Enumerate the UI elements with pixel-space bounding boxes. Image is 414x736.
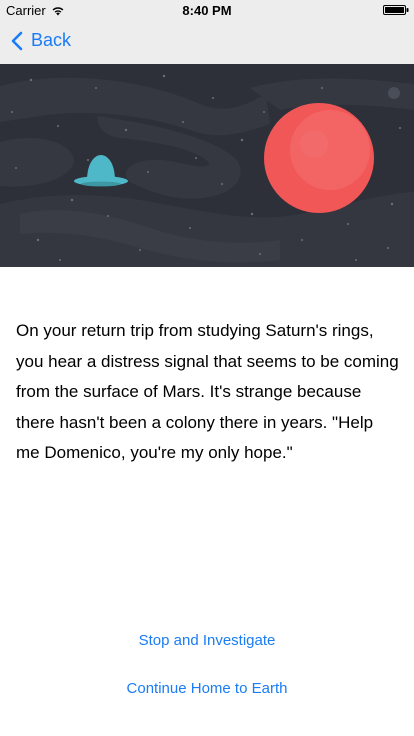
space-illustration: [0, 64, 414, 267]
chevron-left-icon: [11, 31, 23, 50]
mars-planet: [264, 103, 374, 213]
story-text: On your return trip from studying Saturn…: [16, 321, 399, 462]
ufo-ship: [74, 155, 128, 187]
space-scene: [0, 74, 414, 267]
status-time: 8:40 PM: [182, 3, 232, 18]
back-button[interactable]: Back: [10, 30, 71, 51]
stop-and-investigate-button[interactable]: Stop and Investigate: [0, 632, 414, 649]
small-moon: [388, 87, 400, 99]
status-bar: Carrier 8:40 PM: [0, 0, 414, 20]
back-label: Back: [31, 30, 72, 50]
continue-home-to-earth-button[interactable]: Continue Home to Earth: [0, 680, 414, 697]
navigation-bar: Back: [0, 20, 414, 64]
battery-icon: [383, 5, 409, 15]
